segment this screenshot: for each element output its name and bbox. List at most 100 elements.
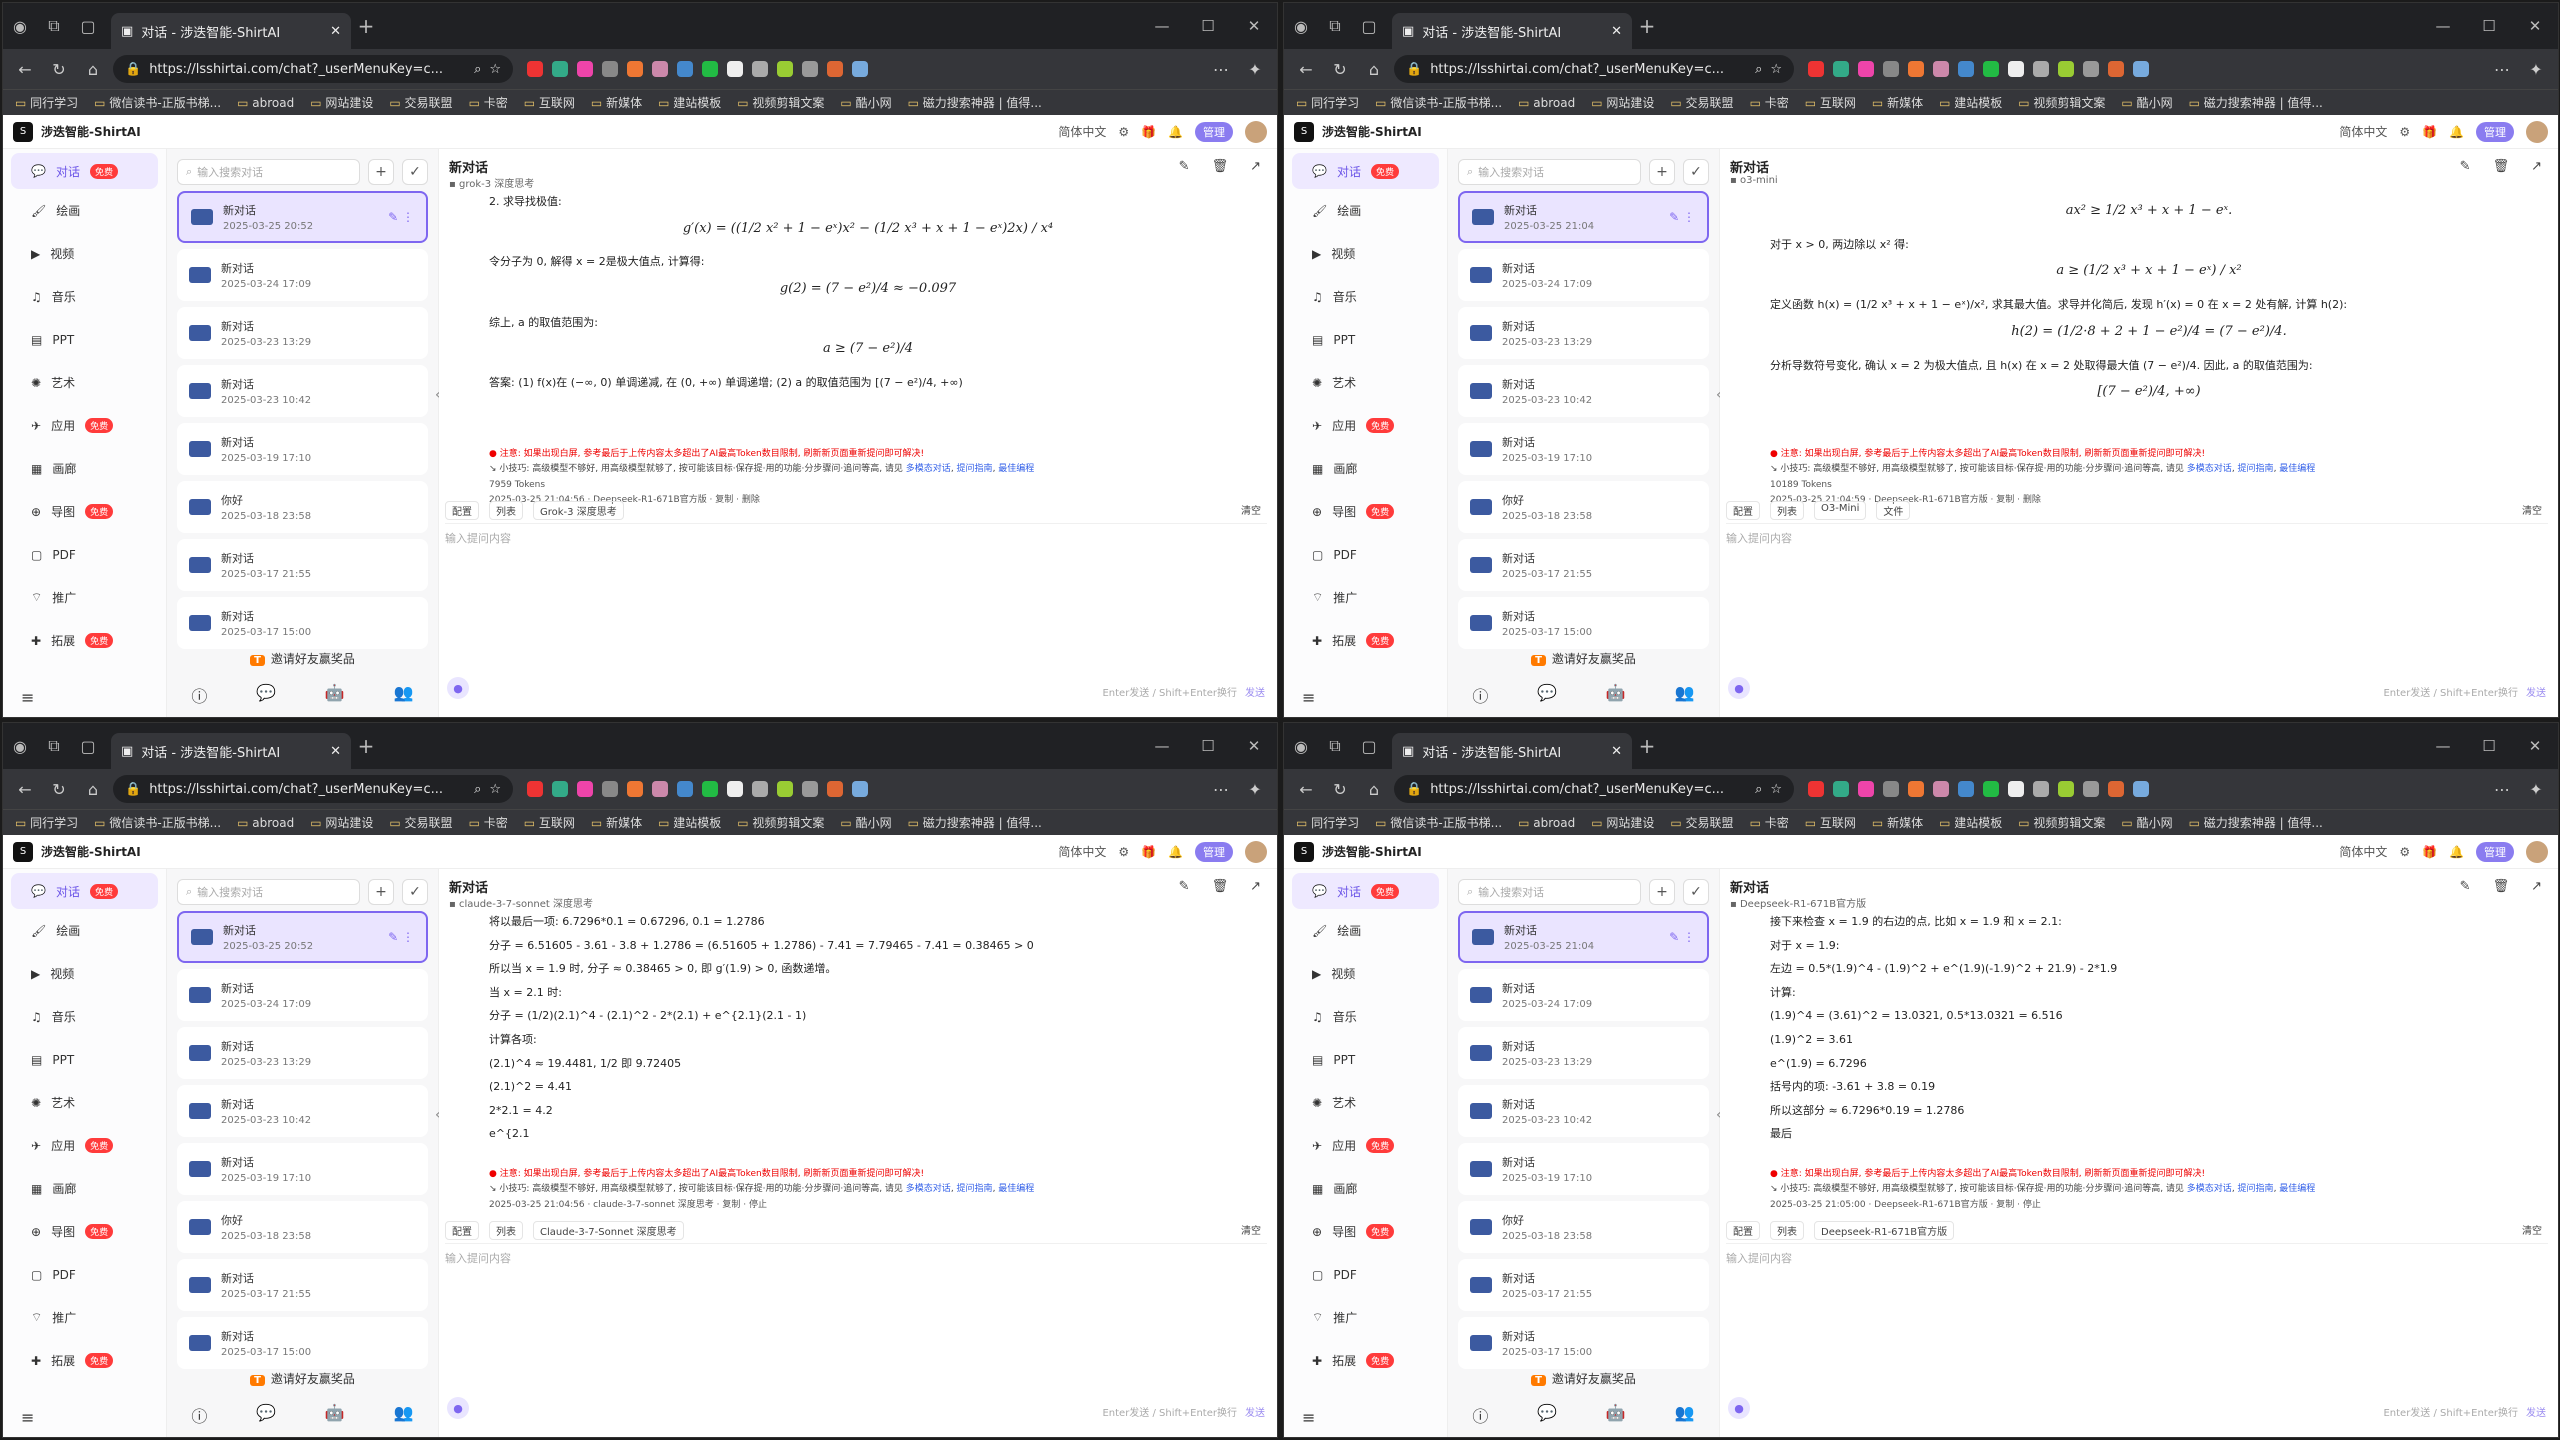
extension-icon[interactable] — [2083, 61, 2099, 77]
extension-icon[interactable] — [1983, 781, 1999, 797]
conversation-item[interactable]: 新对话 2025-03-24 17:09 — [1458, 249, 1709, 301]
sidebar-item-6[interactable]: ✈ 应用 免费 — [3, 1124, 166, 1167]
bookmark-item[interactable]: 建站模板 — [658, 814, 721, 831]
extension-icon[interactable] — [1833, 781, 1849, 797]
model-select[interactable]: Claude-3-7-Sonnet 深度思考 — [533, 1221, 684, 1240]
group-icon[interactable]: 👥 — [394, 1403, 414, 1427]
list-button[interactable]: 列表 — [489, 501, 523, 520]
sidebar-item-7[interactable]: ▦ 画廊 — [1284, 1167, 1447, 1210]
close-window-button[interactable]: ✕ — [1231, 737, 1277, 755]
search-input[interactable]: ⌕ 输入搜索对话 — [177, 879, 360, 905]
add-conversation-button[interactable]: + — [368, 159, 394, 185]
tab-actions-icon[interactable]: ▢ — [1352, 723, 1386, 769]
sidebar-item-10[interactable]: ⌔ 推广 — [3, 1296, 166, 1339]
gift-icon[interactable]: 🎁 — [1141, 845, 1156, 859]
more-menu-icon[interactable]: ⋯ — [1207, 780, 1235, 799]
language-switch[interactable]: 简体中文 — [2339, 843, 2387, 860]
extension-icon[interactable] — [827, 61, 843, 77]
conversation-item[interactable]: 新对话 2025-03-23 10:42 — [1458, 365, 1709, 417]
conversation-item[interactable]: 新对话 2025-03-23 13:29 — [1458, 307, 1709, 359]
admin-button[interactable]: 管理 — [2476, 841, 2514, 862]
url-field[interactable]: 🔒 https://lsshirtai.com/chat?_userMenuKe… — [113, 775, 513, 803]
search-input[interactable]: ⌕ 输入搜索对话 — [177, 159, 360, 185]
bookmark-item[interactable]: 视频剪辑文案 — [737, 94, 824, 111]
model-select[interactable]: Grok-3 深度思考 — [533, 501, 624, 520]
sidebar-item-2[interactable]: ▶ 视频 — [1284, 232, 1447, 275]
info-icon[interactable]: ⓘ — [191, 1403, 207, 1427]
settings-icon[interactable]: ⚙ — [1118, 845, 1129, 859]
extension-icon[interactable] — [1858, 781, 1874, 797]
bookmark-item[interactable]: 交易联盟 — [1670, 814, 1734, 831]
extension-icon[interactable] — [627, 781, 643, 797]
delete-icon[interactable]: 🗑 — [2493, 879, 2510, 894]
conversation-item[interactable]: 新对话 2025-03-24 17:09 — [177, 969, 428, 1021]
bookmark-item[interactable]: 建站模板 — [1939, 814, 2002, 831]
minimize-button[interactable]: — — [1139, 17, 1185, 35]
bell-icon[interactable]: 🔔 — [1168, 125, 1183, 139]
extension-icon[interactable] — [2108, 61, 2124, 77]
bookmark-item[interactable]: 建站模板 — [658, 94, 721, 111]
info-icon[interactable]: ⓘ — [191, 683, 207, 707]
invite-banner[interactable]: T 邀请好友赢奖品 — [1448, 650, 1719, 667]
extension-icon[interactable] — [1933, 61, 1949, 77]
bookmark-item[interactable]: 酷小网 — [2121, 94, 2173, 111]
extension-icon[interactable] — [2058, 61, 2074, 77]
add-conversation-button[interactable]: + — [1649, 879, 1675, 905]
sidebar-item-0[interactable]: 💬 对话 免费 — [1292, 153, 1439, 189]
conversation-item[interactable]: 你好 2025-03-18 23:58 — [177, 481, 428, 533]
message-input[interactable]: 输入提问内容 — [1726, 1243, 2548, 1323]
extension-icon[interactable] — [527, 781, 543, 797]
settings-icon[interactable]: ⚙ — [2399, 845, 2410, 859]
bell-icon[interactable]: 🔔 — [2449, 125, 2464, 139]
extension-icon[interactable] — [727, 781, 743, 797]
share-icon[interactable]: ↗ — [1250, 879, 1261, 894]
conversation-item[interactable]: 新对话 2025-03-23 13:29 — [177, 307, 428, 359]
send-button[interactable]: 发送 — [1245, 1408, 1265, 1419]
delete-icon[interactable]: 🗑 — [1212, 159, 1229, 174]
sidebar-item-11[interactable]: ✚ 拓展 免费 — [3, 1339, 166, 1382]
robot-icon[interactable]: 🤖 — [325, 1403, 345, 1427]
model-select[interactable]: Deepseek-R1-671B官方版 — [1814, 1221, 1955, 1240]
more-menu-icon[interactable]: ⋯ — [2488, 60, 2516, 79]
settings-icon[interactable]: ⚙ — [1118, 125, 1129, 139]
extension-icon[interactable] — [552, 781, 568, 797]
avatar[interactable] — [2526, 840, 2548, 863]
config-button[interactable]: 配置 — [1726, 1221, 1760, 1240]
sidebar-item-0[interactable]: 💬 对话 免费 — [1292, 873, 1439, 909]
tip-link[interactable]: 多模态对话 — [2187, 1184, 2232, 1194]
extension-icon[interactable] — [2083, 781, 2099, 797]
admin-button[interactable]: 管理 — [1195, 841, 1233, 862]
bookmark-item[interactable]: 磁力搜索神器 | 值得... — [2189, 94, 2323, 111]
conversation-item[interactable]: 新对话 2025-03-24 17:09 — [177, 249, 428, 301]
extension-icon[interactable] — [1958, 781, 1974, 797]
tip-link[interactable]: 最佳编程 — [2279, 464, 2315, 474]
copilot-icon[interactable]: ✦ — [1241, 60, 1269, 79]
maximize-button[interactable]: ☐ — [2466, 737, 2512, 755]
sidebar-item-10[interactable]: ⌔ 推广 — [3, 576, 166, 619]
extension-icon[interactable] — [2108, 781, 2124, 797]
edit-conversation-icon[interactable]: ✎ ⋮ — [388, 930, 414, 944]
extension-icon[interactable] — [2033, 61, 2049, 77]
search-input[interactable]: ⌕ 输入搜索对话 — [1458, 159, 1641, 185]
config-button[interactable]: 配置 — [445, 1221, 479, 1240]
message-input[interactable]: 输入提问内容 — [445, 523, 1267, 603]
home-icon[interactable]: ⌂ — [1360, 60, 1388, 79]
sidebar-item-6[interactable]: ✈ 应用 免费 — [1284, 404, 1447, 447]
tab-close-icon[interactable]: ✕ — [330, 24, 341, 39]
bookmark-item[interactable]: 网站建设 — [1591, 94, 1654, 111]
bookmark-item[interactable]: 卡密 — [1750, 94, 1789, 111]
extension-icon[interactable] — [777, 781, 793, 797]
sidebar-item-6[interactable]: ✈ 应用 免费 — [1284, 1124, 1447, 1167]
batch-select-button[interactable]: ✓ — [402, 159, 428, 185]
extension-icon[interactable] — [852, 61, 868, 77]
zoom-icon[interactable]: ⌕ — [474, 782, 481, 797]
sidebar-item-1[interactable]: 🖌 绘画 — [3, 189, 166, 232]
tip-link[interactable]: 多模态对话 — [2187, 464, 2232, 474]
extension-icon[interactable] — [802, 781, 818, 797]
bookmark-item[interactable]: 新媒体 — [1872, 94, 1923, 111]
extension-icon[interactable] — [677, 781, 693, 797]
search-input[interactable]: ⌕ 输入搜索对话 — [1458, 879, 1641, 905]
tip-link[interactable]: 最佳编程 — [2279, 1184, 2315, 1194]
conversation-item[interactable]: 新对话 2025-03-17 15:00 — [177, 1317, 428, 1369]
favorite-star-icon[interactable]: ☆ — [1770, 782, 1782, 797]
